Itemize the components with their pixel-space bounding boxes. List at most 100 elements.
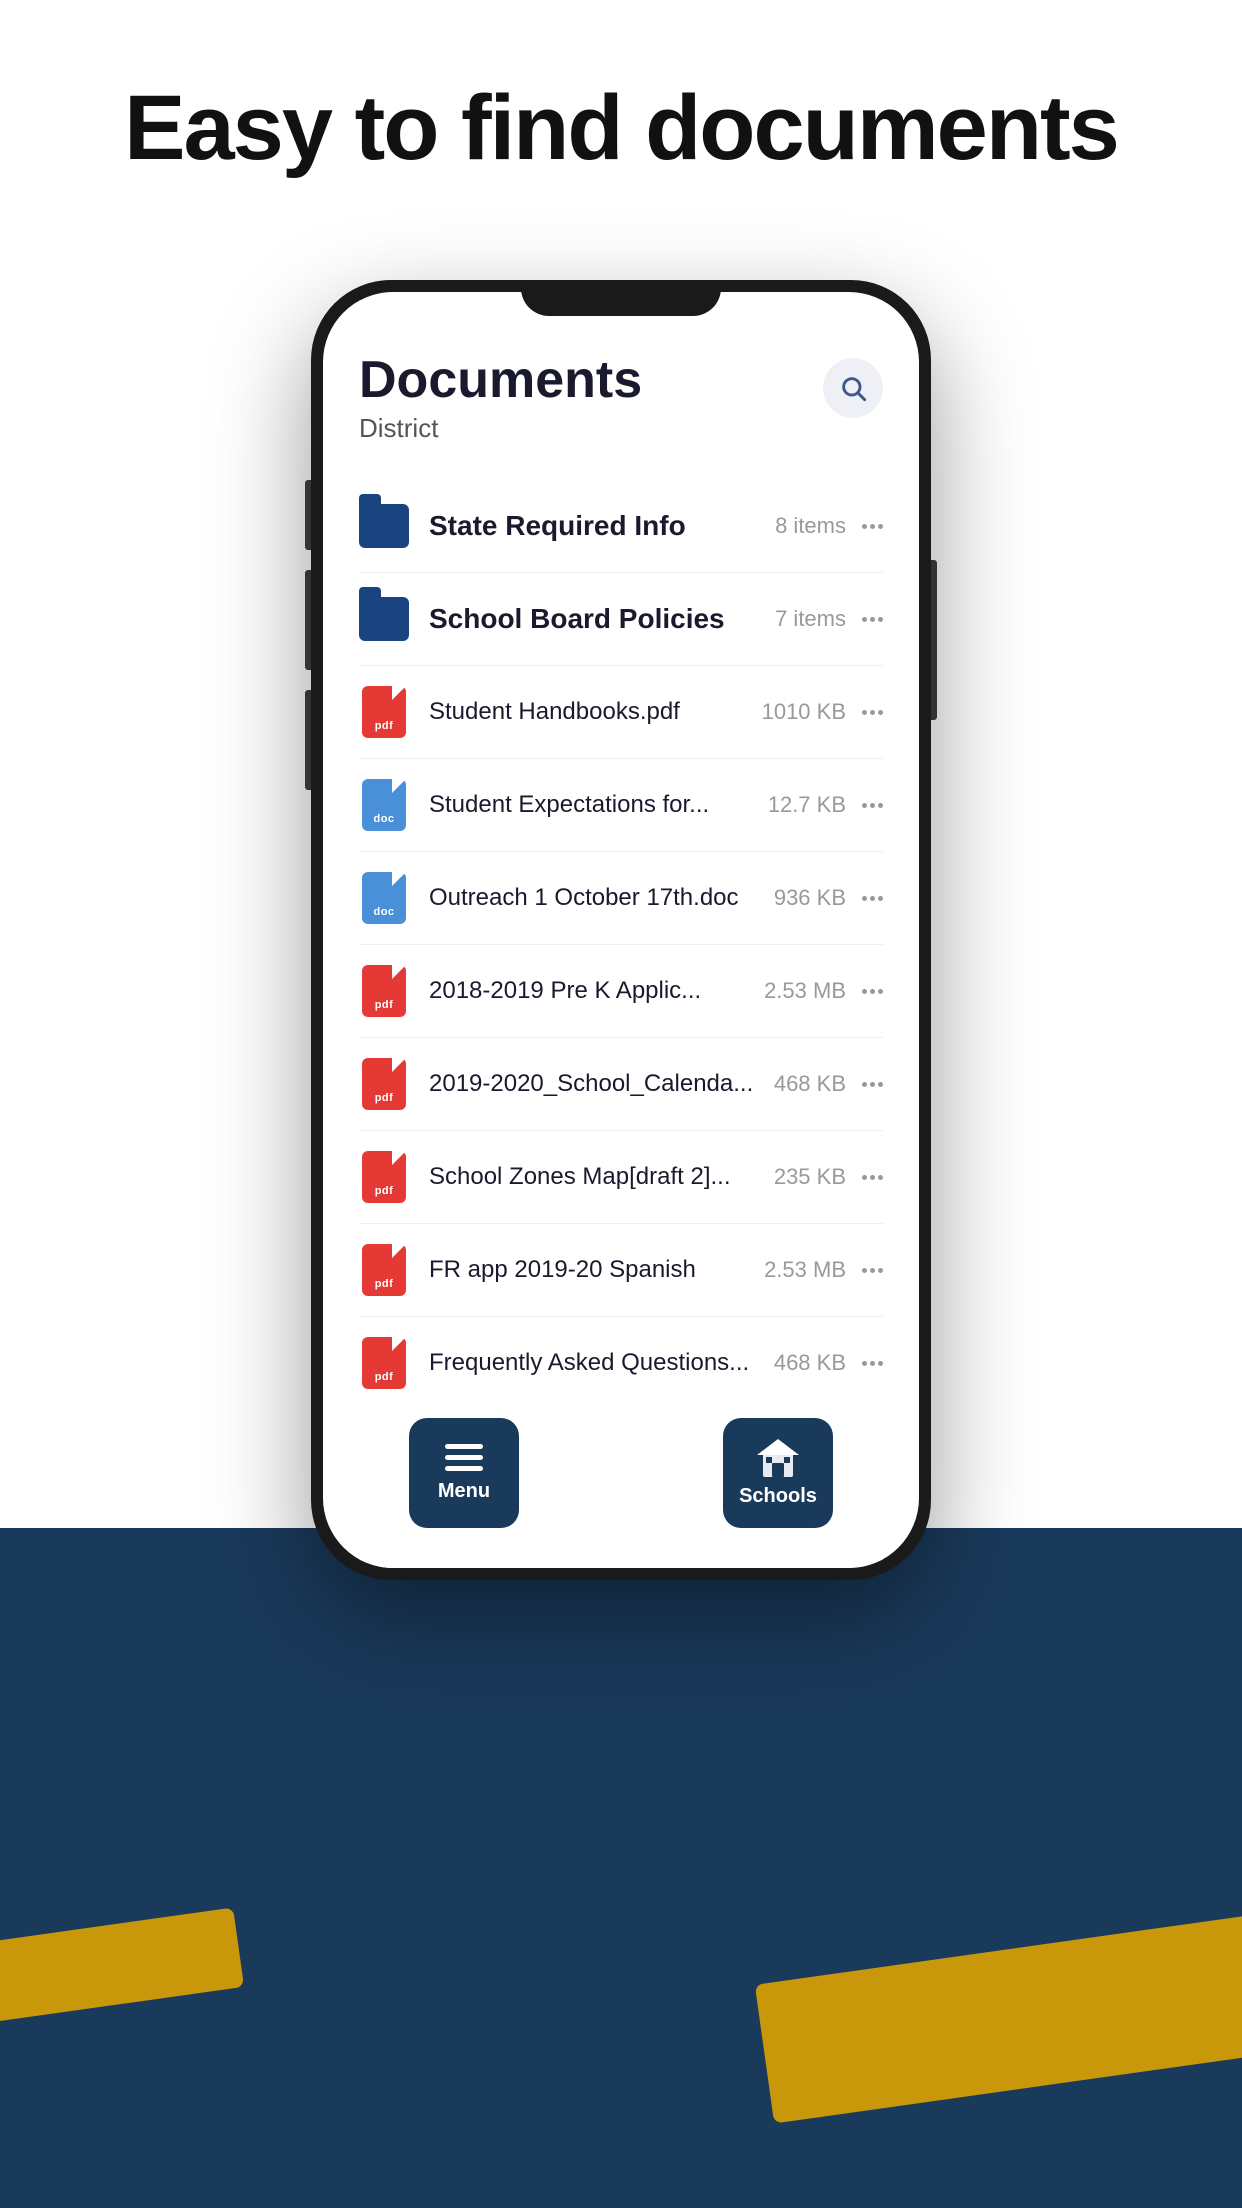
list-item[interactable]: doc Outreach 1 October 17th.doc 936 KB [359,852,883,945]
more-button[interactable] [862,989,883,994]
phone-notch [521,280,721,316]
dot [878,1268,883,1273]
doc-meta: 468 KB [774,1350,883,1376]
dot [870,617,875,622]
doc-meta: 468 KB [774,1071,883,1097]
dot [870,803,875,808]
list-item[interactable]: pdf 2019-2020_School_Calenda... 468 KB [359,1038,883,1131]
search-button[interactable] [823,358,883,418]
doc-name: 2019-2020_School_Calenda... [429,1070,753,1097]
doc-size: 468 KB [774,1350,846,1376]
more-button[interactable] [862,803,883,808]
dot [870,1268,875,1273]
list-item[interactable]: pdf FR app 2019-20 Spanish 2.53 MB [359,1224,883,1317]
doc-size: 1010 KB [762,699,846,725]
dot [870,1361,875,1366]
pdf-icon: pdf [359,1058,409,1110]
more-button[interactable] [862,1082,883,1087]
doc-info: Outreach 1 October 17th.doc [429,884,774,912]
list-item[interactable]: pdf 2018-2019 Pre K Applic... 2.53 MB [359,945,883,1038]
phone-screen: Documents District State Required Info [323,292,919,1568]
pdf-icon: pdf [359,686,409,738]
doc-icon: doc [359,872,409,924]
dot [870,989,875,994]
doc-size: 7 items [775,606,846,632]
dot [870,1175,875,1180]
pdf-icon: pdf [359,965,409,1017]
dot [870,1082,875,1087]
dot [878,710,883,715]
dot [862,989,867,994]
menu-icon [445,1444,483,1472]
side-btn-mute [305,480,311,550]
list-item[interactable]: pdf Student Handbooks.pdf 1010 KB [359,666,883,759]
doc-name: State Required Info [429,510,686,541]
doc-size: 8 items [775,513,846,539]
doc-name: School Zones Map[draft 2]... [429,1163,731,1190]
doc-name: 2018-2019 Pre K Applic... [429,977,701,1004]
dot [878,1175,883,1180]
doc-name: FR app 2019-20 Spanish [429,1256,696,1283]
doc-meta: 1010 KB [762,699,883,725]
dot [862,1361,867,1366]
list-item[interactable]: pdf School Zones Map[draft 2]... 235 KB [359,1131,883,1224]
bottom-nav: Menu Schools [359,1398,883,1568]
folder-icon [359,593,409,645]
doc-size: 2.53 MB [764,1257,846,1283]
dot [862,1175,867,1180]
dot [862,1082,867,1087]
doc-name: Outreach 1 October 17th.doc [429,884,739,911]
doc-info: FR app 2019-20 Spanish [429,1256,764,1284]
schools-button[interactable]: Schools [723,1418,833,1528]
list-item[interactable]: State Required Info 8 items [359,480,883,573]
dot [870,896,875,901]
more-button[interactable] [862,1175,883,1180]
dot [870,524,875,529]
more-button[interactable] [862,710,883,715]
dot [878,1082,883,1087]
bg-bottom [0,1528,1242,2208]
more-button[interactable] [862,896,883,901]
menu-label: Menu [438,1480,490,1503]
dot [862,710,867,715]
doc-icon: doc [359,779,409,831]
more-button[interactable] [862,1268,883,1273]
doc-meta: 235 KB [774,1164,883,1190]
dot [870,710,875,715]
pdf-icon: pdf [359,1244,409,1296]
dot [878,1361,883,1366]
dot [878,803,883,808]
menu-button[interactable]: Menu [409,1418,519,1528]
documents-title: Documents [359,352,642,409]
doc-size: 235 KB [774,1164,846,1190]
dot [862,617,867,622]
doc-meta: 2.53 MB [764,1257,883,1283]
list-item[interactable]: School Board Policies 7 items [359,573,883,666]
screen-content: Documents District State Required Info [323,292,919,1568]
phone-frame: Documents District State Required Info [311,280,931,1580]
district-subtitle: District [359,413,642,444]
side-btn-vol-up [305,570,311,670]
dot [862,524,867,529]
doc-meta: 936 KB [774,885,883,911]
doc-info: Student Handbooks.pdf [429,698,762,726]
doc-meta: 2.53 MB [764,978,883,1004]
doc-size: 12.7 KB [768,792,846,818]
more-button[interactable] [862,1361,883,1366]
dot [878,617,883,622]
more-button[interactable] [862,524,883,529]
doc-name: Student Expectations for... [429,791,709,818]
more-button[interactable] [862,617,883,622]
document-list: State Required Info 8 items School Board… [359,480,883,1398]
side-btn-power [931,560,937,720]
dot [878,524,883,529]
dot [862,1268,867,1273]
list-item[interactable]: doc Student Expectations for... 12.7 KB [359,759,883,852]
schools-label: Schools [739,1485,817,1508]
dot [862,896,867,901]
pdf-icon: pdf [359,1337,409,1389]
side-btn-vol-down [305,690,311,790]
list-item[interactable]: pdf Frequently Asked Questions... 468 KB [359,1317,883,1398]
doc-meta: 12.7 KB [768,792,883,818]
doc-meta: 7 items [775,606,883,632]
